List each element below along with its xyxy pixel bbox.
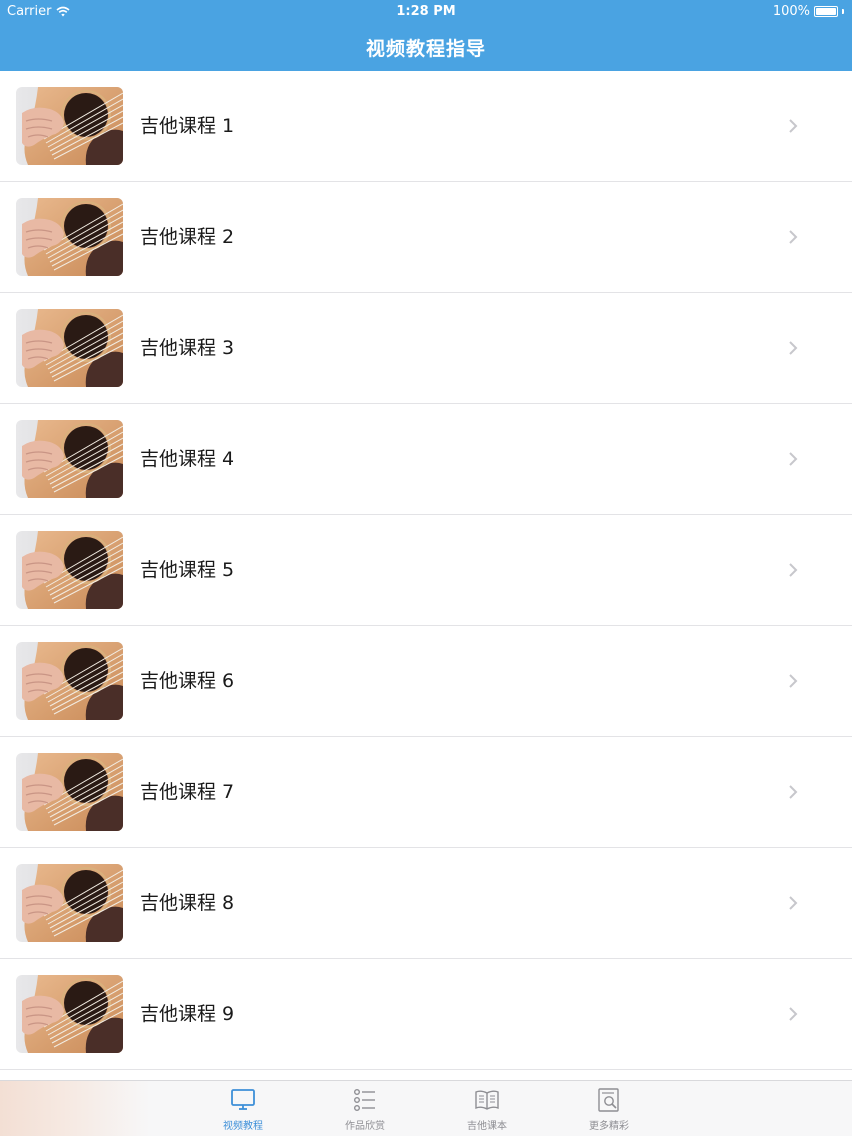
- tab-guitar-textbook[interactable]: 吉他课本: [442, 1087, 532, 1135]
- lesson-thumbnail: [16, 198, 123, 276]
- lesson-title: 吉他课程 8: [140, 892, 235, 914]
- lesson-thumbnail: [16, 531, 123, 609]
- tab-more[interactable]: 更多精彩: [564, 1087, 654, 1135]
- lesson-thumbnail: [16, 975, 123, 1053]
- chevron-right-icon: [789, 341, 798, 355]
- navigation-bar: 视频教程指导: [0, 24, 852, 71]
- tab-video-tutorials[interactable]: 视频教程: [198, 1087, 288, 1135]
- lesson-thumbnail: [16, 642, 123, 720]
- list-item-lesson-1[interactable]: 吉他课程 1: [0, 71, 852, 182]
- status-time: 1:28 PM: [396, 4, 456, 19]
- tab-label: 作品欣赏: [345, 1121, 385, 1132]
- lesson-title: 吉他课程 4: [140, 448, 235, 470]
- lesson-thumbnail: [16, 753, 123, 831]
- lesson-thumbnail: [16, 309, 123, 387]
- list-icon: [354, 1089, 375, 1112]
- tab-bar: 视频教程 作品欣赏 吉他课本 更多精彩: [0, 1080, 852, 1136]
- lesson-thumbnail: [16, 420, 123, 498]
- status-bar: Carrier 1:28 PM 100%: [0, 0, 852, 24]
- chevron-right-icon: [789, 785, 798, 799]
- tab-label: 更多精彩: [589, 1121, 629, 1132]
- battery-indicator: 100%: [773, 4, 844, 19]
- chevron-right-icon: [789, 674, 798, 688]
- lesson-thumbnail: [16, 87, 123, 165]
- list-item-lesson-8[interactable]: 吉他课程 8: [0, 848, 852, 959]
- list-item-lesson-3[interactable]: 吉他课程 3: [0, 293, 852, 404]
- list-item-lesson-4[interactable]: 吉他课程 4: [0, 404, 852, 515]
- lesson-title: 吉他课程 6: [140, 670, 235, 692]
- list-item-lesson-9[interactable]: 吉他课程 9: [0, 959, 852, 1070]
- chevron-right-icon: [789, 896, 798, 910]
- list-item-lesson-2[interactable]: 吉他课程 2: [0, 182, 852, 293]
- chevron-right-icon: [789, 452, 798, 466]
- lesson-thumbnail: [16, 864, 123, 942]
- monitor-icon: [231, 1089, 255, 1110]
- tab-works-gallery[interactable]: 作品欣赏: [320, 1087, 410, 1135]
- tab-label: 吉他课本: [467, 1121, 507, 1132]
- lesson-title: 吉他课程 5: [140, 559, 235, 581]
- tab-label: 视频教程: [223, 1121, 263, 1132]
- list-item-lesson-6[interactable]: 吉他课程 6: [0, 626, 852, 737]
- chevron-right-icon: [789, 230, 798, 244]
- chevron-right-icon: [789, 563, 798, 577]
- battery-percent: 100%: [772, 4, 810, 19]
- lesson-title: 吉他课程 9: [140, 1003, 235, 1025]
- lesson-title: 吉他课程 1: [140, 115, 235, 137]
- lesson-list[interactable]: 吉他课程 1 吉他课程 2 吉他课程 3 吉他课程 4 吉他课程 5 吉他课程: [0, 71, 852, 1070]
- chevron-right-icon: [789, 119, 798, 133]
- list-item-lesson-7[interactable]: 吉他课程 7: [0, 737, 852, 848]
- lesson-title: 吉他课程 3: [140, 337, 235, 359]
- battery-icon: [814, 6, 838, 17]
- book-icon: [475, 1090, 499, 1110]
- battery-tip: [842, 9, 844, 14]
- chevron-right-icon: [789, 1007, 798, 1021]
- tab-bar-background-blur: [0, 1081, 150, 1136]
- lesson-title: 吉他课程 7: [140, 781, 235, 803]
- document-search-icon: [598, 1088, 619, 1112]
- lesson-title: 吉他课程 2: [140, 226, 235, 248]
- page-title: 视频教程指导: [365, 38, 486, 60]
- list-item-lesson-5[interactable]: 吉他课程 5: [0, 515, 852, 626]
